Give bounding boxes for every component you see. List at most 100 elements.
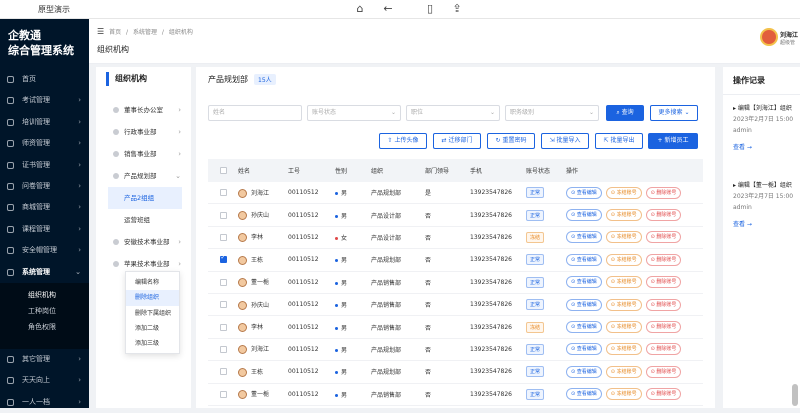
sidebar-item[interactable]: 天天向上› xyxy=(0,370,89,391)
table-row[interactable]: 王栋00110512男产品规划部否13923547826正常⊙ 查看编辑⊙ 冻结… xyxy=(208,361,703,383)
delete-account-button[interactable]: ⊙ 删除账号 xyxy=(646,321,682,333)
row-checkbox[interactable] xyxy=(208,391,238,398)
table-row[interactable]: 李林00110512男产品销售部否13923547826冻结⊙ 查看编辑⊙ 冻结… xyxy=(208,316,703,338)
delete-account-button[interactable]: ⊙ 删除账号 xyxy=(646,187,682,199)
sidebar-item[interactable]: 商城管理› xyxy=(0,197,89,218)
back-icon[interactable]: ← xyxy=(381,2,395,16)
bulk-export-button[interactable]: ⇱ 批量导出 xyxy=(595,133,643,149)
view-edit-button[interactable]: ⊙ 查看编辑 xyxy=(566,276,602,288)
upload-avatar-button[interactable]: ⇧ 上传头像 xyxy=(379,133,427,149)
post-select[interactable]: 职位⌄ xyxy=(406,105,500,121)
sidebar-item[interactable]: 问卷管理› xyxy=(0,176,89,197)
org-tree-child[interactable]: 产品2组组 xyxy=(108,187,182,209)
freeze-account-button[interactable]: ⊙ 冻结账号 xyxy=(606,321,642,333)
sidebar-item[interactable]: 其它管理› xyxy=(0,349,89,370)
breadcrumb-item[interactable]: 首页 xyxy=(109,29,121,36)
sidebar-item[interactable]: 师资管理› xyxy=(0,133,89,154)
context-menu-item[interactable]: 删除下属组织 xyxy=(126,306,179,321)
delete-account-button[interactable]: ⊙ 删除账号 xyxy=(646,209,682,221)
row-checkbox[interactable] xyxy=(208,368,238,375)
table-row[interactable]: 刘海江00110512男产品规划部是13923547826正常⊙ 查看编辑⊙ 冻… xyxy=(208,182,703,204)
view-edit-button[interactable]: ⊙ 查看编辑 xyxy=(566,343,602,355)
add-employee-button[interactable]: + 新增员工 xyxy=(648,133,698,149)
row-checkbox[interactable] xyxy=(208,256,238,263)
delete-account-button[interactable]: ⊙ 删除账号 xyxy=(646,276,682,288)
table-row[interactable]: 王栋00110512男产品规划部否13923547826正常⊙ 查看编辑⊙ 冻结… xyxy=(208,249,703,271)
org-tree-node[interactable]: 董事长办公室› xyxy=(96,99,191,121)
select-all-checkbox[interactable] xyxy=(208,167,238,174)
search-button[interactable]: ⌕ 查询 xyxy=(606,105,644,121)
view-edit-button[interactable]: ⊙ 查看编辑 xyxy=(566,321,602,333)
freeze-account-button[interactable]: ⊙ 冻结账号 xyxy=(606,343,642,355)
avatar[interactable] xyxy=(760,28,778,46)
bulk-import-button[interactable]: ⇲ 批量导入 xyxy=(541,133,589,149)
role-select[interactable]: 职务级别⌄ xyxy=(505,105,599,121)
row-checkbox[interactable] xyxy=(208,279,238,286)
context-menu-item[interactable]: 编辑名称 xyxy=(126,275,179,290)
freeze-account-button[interactable]: ⊙ 冻结账号 xyxy=(606,299,642,311)
freeze-account-button[interactable]: ⊙ 冻结账号 xyxy=(606,254,642,266)
org-tree-node[interactable]: 行政事业部› xyxy=(96,121,191,143)
delete-account-button[interactable]: ⊙ 删除账号 xyxy=(646,254,682,266)
more-search-button[interactable]: 更多搜索 ⌄ xyxy=(650,105,698,121)
freeze-account-button[interactable]: ⊙ 冻结账号 xyxy=(606,209,642,221)
view-edit-button[interactable]: ⊙ 查看编辑 xyxy=(566,209,602,221)
table-row[interactable]: 李林00110512女产品设计部否13923547826冻结⊙ 查看编辑⊙ 冻结… xyxy=(208,227,703,249)
sidebar-item[interactable]: 证书管理› xyxy=(0,155,89,176)
table-row[interactable]: 董一栀00110512男产品销售部否13923547826正常⊙ 查看编辑⊙ 冻… xyxy=(208,272,703,294)
row-checkbox[interactable] xyxy=(208,346,238,353)
table-row[interactable]: 孙庆山00110512男产品设计部否13923547826正常⊙ 查看编辑⊙ 冻… xyxy=(208,204,703,226)
row-checkbox[interactable] xyxy=(208,301,238,308)
view-edit-button[interactable]: ⊙ 查看编辑 xyxy=(566,388,602,400)
view-edit-button[interactable]: ⊙ 查看编辑 xyxy=(566,366,602,378)
home-icon[interactable]: ⌂ xyxy=(353,2,367,16)
status-select[interactable]: 账号状态⌄ xyxy=(307,105,401,121)
delete-account-button[interactable]: ⊙ 删除账号 xyxy=(646,231,682,243)
freeze-account-button[interactable]: ⊙ 冻结账号 xyxy=(606,187,642,199)
submenu-item[interactable]: 工种岗位 xyxy=(0,303,89,319)
row-checkbox[interactable] xyxy=(208,234,238,241)
sidebar-item[interactable]: 一人一档› xyxy=(0,392,89,413)
sidebar-item[interactable]: 系统管理⌄ xyxy=(0,262,89,283)
context-menu-item[interactable]: 添加三级 xyxy=(126,336,179,351)
menu-toggle-icon[interactable]: ☰ xyxy=(97,27,104,36)
sitemap-icon[interactable]: ▯ xyxy=(423,2,437,16)
sidebar-item[interactable]: 首页 xyxy=(0,69,89,90)
freeze-account-button[interactable]: ⊙ 冻结账号 xyxy=(606,231,642,243)
share-icon[interactable]: ⇪ xyxy=(450,2,464,16)
submenu-item[interactable]: 组织机构 xyxy=(0,287,89,303)
org-tree-child[interactable]: 运营班组 xyxy=(96,209,191,231)
delete-account-button[interactable]: ⊙ 删除账号 xyxy=(646,343,682,355)
org-tree-node[interactable]: 产品规划部⌄ xyxy=(96,165,191,187)
view-edit-button[interactable]: ⊙ 查看编辑 xyxy=(566,231,602,243)
row-checkbox[interactable] xyxy=(208,189,238,196)
view-edit-button[interactable]: ⊙ 查看编辑 xyxy=(566,187,602,199)
org-tree-node[interactable]: 销售事业部› xyxy=(96,143,191,165)
row-checkbox[interactable] xyxy=(208,324,238,331)
context-menu-item[interactable]: 添加二级 xyxy=(126,321,179,336)
row-checkbox[interactable] xyxy=(208,212,238,219)
page-scrollbar[interactable] xyxy=(792,384,798,406)
sidebar-item[interactable]: 课程管理› xyxy=(0,219,89,240)
move-dept-button[interactable]: ⇄ 迁移部门 xyxy=(433,133,481,149)
table-row[interactable]: 董一栀00110512男产品销售部否13923547826正常⊙ 查看编辑⊙ 冻… xyxy=(208,384,703,406)
name-search-input[interactable]: 姓名 xyxy=(208,105,302,121)
context-menu-item[interactable]: 删除组织 xyxy=(126,290,179,305)
sidebar-item[interactable]: 安全帽管理› xyxy=(0,240,89,261)
reset-password-button[interactable]: ↻ 重置密码 xyxy=(487,133,535,149)
table-row[interactable]: 刘海江00110512男产品规划部否13923547826正常⊙ 查看编辑⊙ 冻… xyxy=(208,339,703,361)
delete-account-button[interactable]: ⊙ 删除账号 xyxy=(646,388,682,400)
user-profile[interactable]: 刘海江 超级管 xyxy=(760,28,800,52)
sidebar-item[interactable]: 考试管理› xyxy=(0,90,89,111)
view-edit-button[interactable]: ⊙ 查看编辑 xyxy=(566,254,602,266)
sidebar-item[interactable]: 培训管理› xyxy=(0,112,89,133)
delete-account-button[interactable]: ⊙ 删除账号 xyxy=(646,299,682,311)
breadcrumb-item[interactable]: 系统管理 xyxy=(133,29,157,36)
delete-account-button[interactable]: ⊙ 删除账号 xyxy=(646,366,682,378)
freeze-account-button[interactable]: ⊙ 冻结账号 xyxy=(606,276,642,288)
log-entry-more-link[interactable]: 查看 → xyxy=(733,142,800,153)
freeze-account-button[interactable]: ⊙ 冻结账号 xyxy=(606,366,642,378)
submenu-item[interactable]: 角色权限 xyxy=(0,319,89,335)
table-row[interactable]: 孙庆山00110512男产品销售部否13923547826正常⊙ 查看编辑⊙ 冻… xyxy=(208,294,703,316)
log-entry-more-link[interactable]: 查看 → xyxy=(733,219,800,230)
